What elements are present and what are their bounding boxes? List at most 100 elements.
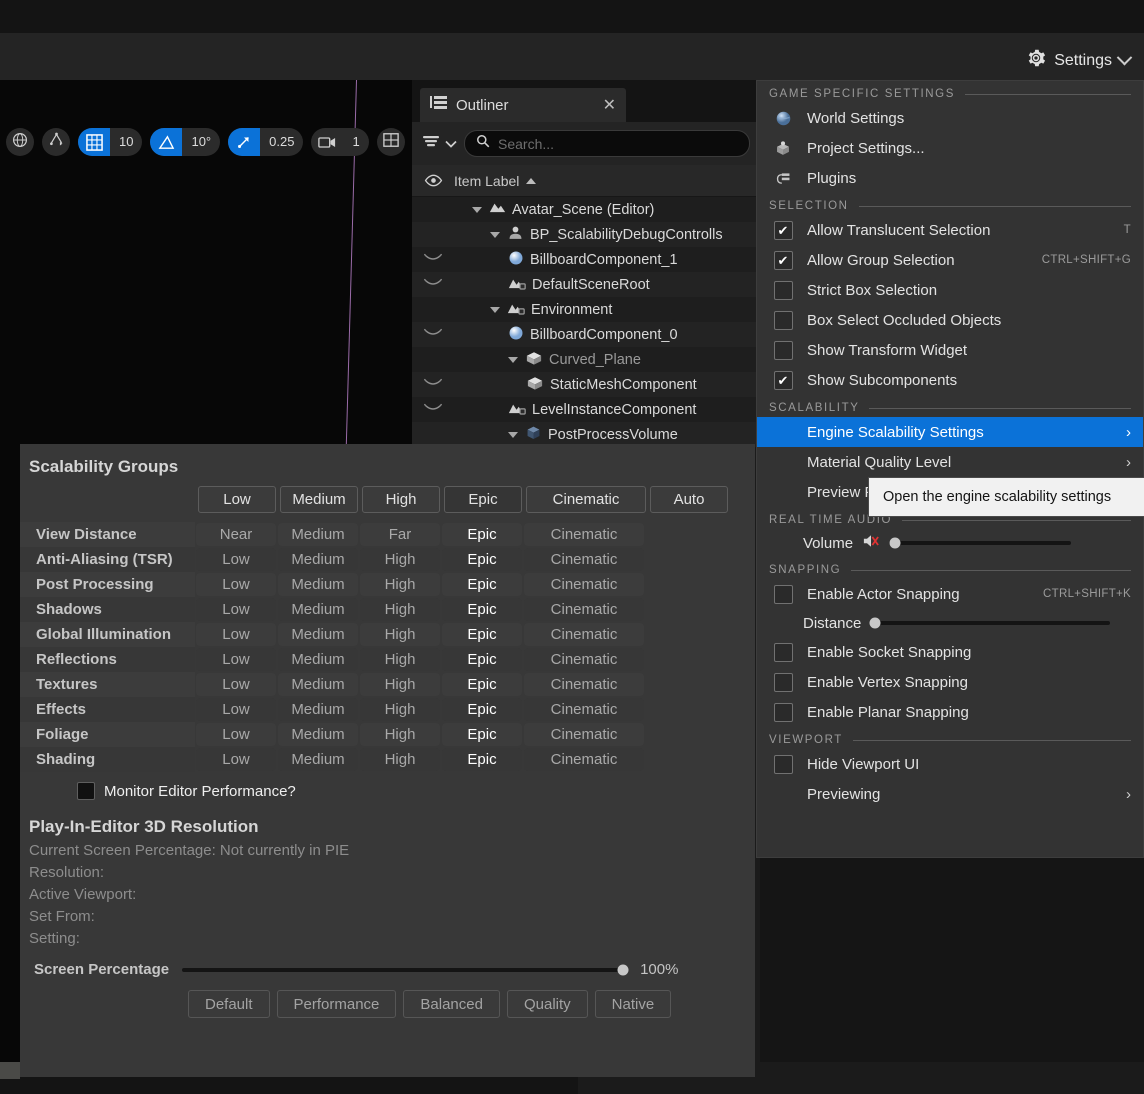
menu-checkbox[interactable] bbox=[773, 754, 793, 774]
scalability-cell[interactable]: Low bbox=[196, 598, 276, 621]
scalability-cell[interactable]: Cinematic bbox=[524, 648, 644, 671]
scalability-cell[interactable]: Low bbox=[196, 648, 276, 671]
eye-icon[interactable] bbox=[412, 174, 454, 187]
scalability-cell[interactable]: Cinematic bbox=[524, 573, 644, 596]
close-icon[interactable]: ✕ bbox=[603, 95, 616, 115]
menu-checkbox[interactable] bbox=[773, 702, 793, 722]
checkbox-slot[interactable] bbox=[769, 370, 797, 390]
outliner-row[interactable]: Avatar_Scene (Editor) bbox=[412, 197, 760, 222]
outliner-row-body[interactable]: BP_ScalabilityDebugControlls bbox=[454, 225, 723, 244]
scalability-cell[interactable]: Cinematic bbox=[524, 748, 644, 771]
scalability-cell[interactable]: High bbox=[360, 548, 440, 571]
globe-coordinate-system-button[interactable] bbox=[6, 128, 34, 156]
quality-level-button-auto[interactable]: Auto bbox=[650, 486, 728, 513]
menu-checkbox[interactable] bbox=[773, 280, 793, 300]
settings-dropdown-menu[interactable]: GAME SPECIFIC SETTINGS World Settings Proj… bbox=[756, 80, 1144, 858]
menu-checkbox[interactable] bbox=[773, 672, 793, 692]
outliner-search-input[interactable]: Search... bbox=[464, 130, 750, 157]
outliner-row-body[interactable]: Avatar_Scene (Editor) bbox=[454, 201, 654, 218]
scalability-cell[interactable]: High bbox=[360, 723, 440, 746]
checkbox-slot[interactable] bbox=[769, 754, 797, 774]
outliner-row[interactable]: Environment bbox=[412, 297, 760, 322]
checkbox-slot[interactable] bbox=[769, 310, 797, 330]
scalability-cell[interactable]: Cinematic bbox=[524, 673, 644, 696]
menu-item-box-select-occluded-objects[interactable]: Box Select Occluded Objects bbox=[757, 305, 1143, 335]
menu-slider-distance[interactable]: Distance bbox=[757, 609, 1143, 637]
scalability-cell[interactable]: Medium bbox=[278, 648, 358, 671]
angle-snap-control[interactable]: 10° bbox=[150, 128, 221, 156]
eye-closed-icon[interactable] bbox=[423, 252, 443, 268]
camera-speed-value[interactable]: 1 bbox=[343, 128, 368, 156]
scalability-cell[interactable]: Low bbox=[196, 573, 276, 596]
scalability-cell[interactable]: Cinematic bbox=[524, 548, 644, 571]
outliner-row[interactable]: StaticMeshComponent bbox=[412, 372, 760, 397]
checkbox-slot[interactable] bbox=[769, 584, 797, 604]
scalability-cell[interactable]: Epic bbox=[442, 623, 522, 646]
menu-item-enable-socket-snapping[interactable]: Enable Socket Snapping bbox=[757, 637, 1143, 667]
scalability-cell[interactable]: Low bbox=[196, 723, 276, 746]
menu-checkbox[interactable] bbox=[773, 370, 793, 390]
scalability-cell[interactable]: High bbox=[360, 623, 440, 646]
monitor-editor-performance-row[interactable]: Monitor Editor Performance? bbox=[20, 772, 755, 800]
eye-closed-icon[interactable] bbox=[423, 402, 443, 418]
outliner-row[interactable]: Curved_Plane bbox=[412, 347, 760, 372]
outliner-row[interactable]: LevelInstanceComponent bbox=[412, 397, 760, 422]
menu-item-allow-translucent-selection[interactable]: Allow Translucent Selection T bbox=[757, 215, 1143, 245]
outliner-row-body[interactable]: StaticMeshComponent bbox=[454, 375, 697, 395]
menu-item-world-settings[interactable]: World Settings bbox=[757, 103, 1143, 133]
outliner-row-body[interactable]: DefaultSceneRoot bbox=[454, 276, 650, 294]
screen-percentage-row[interactable]: Screen Percentage 100% bbox=[20, 947, 755, 978]
scalability-cell[interactable]: Medium bbox=[278, 723, 358, 746]
transform-snap-button[interactable] bbox=[42, 128, 70, 156]
checkbox-slot[interactable] bbox=[769, 672, 797, 692]
scalability-cell[interactable]: Low bbox=[196, 698, 276, 721]
visibility-toggle[interactable] bbox=[412, 402, 454, 418]
scalability-cell[interactable]: Epic bbox=[442, 723, 522, 746]
outliner-row-body[interactable]: Curved_Plane bbox=[454, 350, 641, 370]
grid-snap-value[interactable]: 10 bbox=[110, 128, 142, 156]
outliner-row[interactable]: BP_ScalabilityDebugControlls bbox=[412, 222, 760, 247]
expander-triangle-icon[interactable] bbox=[508, 356, 518, 363]
checkbox-slot[interactable] bbox=[769, 250, 797, 270]
checkbox-slot[interactable] bbox=[769, 642, 797, 662]
expander-triangle-icon[interactable] bbox=[472, 206, 482, 213]
scalability-cell[interactable]: Medium bbox=[278, 623, 358, 646]
scalability-cell[interactable]: Epic bbox=[442, 673, 522, 696]
camera-speed-icon[interactable] bbox=[311, 128, 343, 156]
outliner-item-label-column[interactable]: Item Label bbox=[454, 173, 537, 189]
scalability-grid[interactable]: View Distance Near Medium Far Epic Cinematic A… bbox=[20, 522, 755, 772]
camera-speed-control[interactable]: 1 bbox=[311, 128, 369, 156]
scalability-cell[interactable]: Near bbox=[196, 523, 276, 546]
menu-item-enable-vertex-snapping[interactable]: Enable Vertex Snapping bbox=[757, 667, 1143, 697]
scalability-cell[interactable]: Cinematic bbox=[524, 623, 644, 646]
expander-triangle-icon[interactable] bbox=[490, 231, 500, 238]
settings-menu-button[interactable]: Settings bbox=[1019, 44, 1136, 77]
quality-level-button-low[interactable]: Low bbox=[198, 486, 276, 513]
resolution-preset-quality[interactable]: Quality bbox=[506, 990, 588, 1018]
quality-level-button-medium[interactable]: Medium bbox=[280, 486, 358, 513]
scalability-cell[interactable]: High bbox=[360, 748, 440, 771]
scale-snap-value[interactable]: 0.25 bbox=[260, 128, 303, 156]
scalability-cell[interactable]: Epic bbox=[442, 573, 522, 596]
scalability-cell[interactable]: Medium bbox=[278, 748, 358, 771]
menu-checkbox[interactable] bbox=[773, 340, 793, 360]
angle-snap-value[interactable]: 10° bbox=[182, 128, 220, 156]
outliner-row-body[interactable]: Environment bbox=[454, 301, 612, 319]
outliner-tree[interactable]: Avatar_Scene (Editor) BP_ScalabilityDebug… bbox=[412, 197, 760, 447]
menu-slider-handle[interactable] bbox=[889, 537, 900, 549]
outliner-row-body[interactable]: BillboardComponent_0 bbox=[454, 325, 678, 345]
grid-snap-control[interactable]: 10 bbox=[78, 128, 143, 156]
visibility-toggle[interactable] bbox=[412, 277, 454, 293]
outliner-row[interactable]: BillboardComponent_0 bbox=[412, 322, 760, 347]
grid-snap-icon[interactable] bbox=[78, 128, 110, 156]
expander-triangle-icon[interactable] bbox=[508, 431, 518, 438]
scalability-cell[interactable]: Epic bbox=[442, 598, 522, 621]
quality-level-button-cinematic[interactable]: Cinematic bbox=[526, 486, 646, 513]
scalability-cell[interactable]: Medium bbox=[278, 698, 358, 721]
menu-item-plugins[interactable]: Plugins bbox=[757, 163, 1143, 193]
outliner-row[interactable]: BillboardComponent_1 bbox=[412, 247, 760, 272]
menu-slider-handle[interactable] bbox=[869, 617, 881, 629]
screen-percentage-slider-handle[interactable] bbox=[617, 964, 629, 975]
menu-item-show-subcomponents[interactable]: Show Subcomponents bbox=[757, 365, 1143, 395]
angle-snap-icon[interactable] bbox=[150, 128, 183, 156]
